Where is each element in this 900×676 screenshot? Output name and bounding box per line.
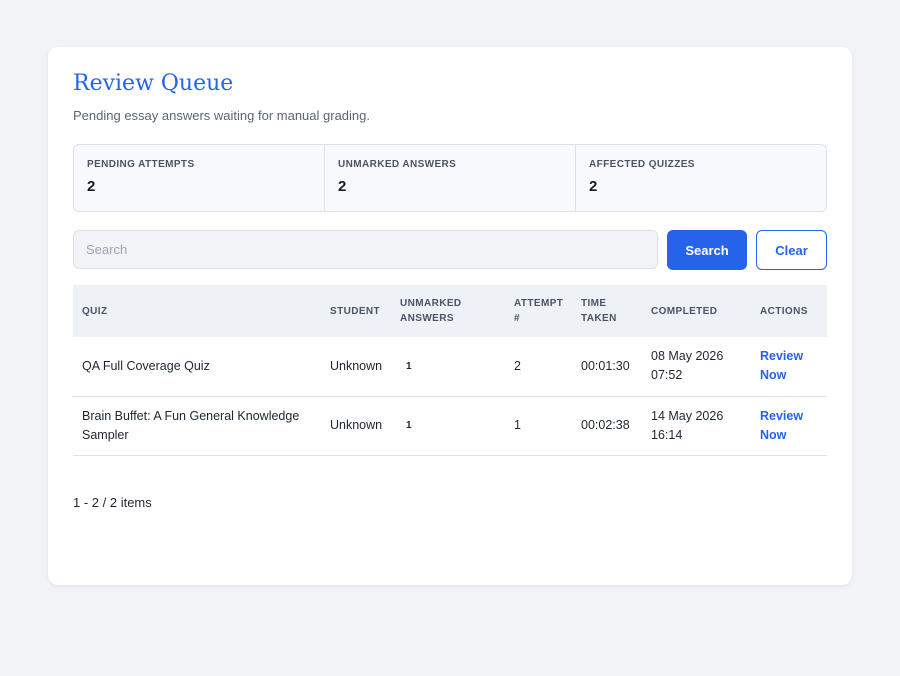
search-button[interactable]: Search bbox=[667, 230, 747, 270]
stat-value: 2 bbox=[338, 178, 347, 195]
column-header-actions: ACTIONS bbox=[760, 305, 808, 317]
column-header-student[interactable]: STUDENT bbox=[321, 285, 391, 337]
cell-time-taken: 00:02:38 bbox=[581, 418, 630, 432]
cell-actions: Review Now bbox=[751, 396, 827, 455]
cell-student: Unknown bbox=[330, 418, 383, 432]
cell-unmarked: 1 bbox=[406, 420, 412, 431]
table-row: Brain Buffet: A Fun General Knowledge Sa… bbox=[73, 396, 827, 455]
cell-actions: Review Now bbox=[751, 337, 827, 396]
page-subtitle: Pending essay answers waiting for manual… bbox=[73, 108, 371, 123]
review-queue-card: Review Queue Pending essay answers waiti… bbox=[48, 47, 852, 585]
stat-affected-quizzes: AFFECTED QUIZZES 2 bbox=[576, 145, 826, 211]
cell-time-taken: 00:01:30 bbox=[581, 358, 630, 373]
stat-label: PENDING ATTEMPTS bbox=[87, 159, 195, 170]
page-title: Review Queue bbox=[73, 71, 234, 96]
column-header-unmarked-answers[interactable]: UNMARKED ANSWERS bbox=[391, 285, 505, 337]
cell-attempt: 1 bbox=[514, 418, 521, 432]
pagination-summary: 1 - 2 / 2 items bbox=[73, 495, 152, 510]
column-header-quiz[interactable]: QUIZ bbox=[73, 285, 321, 337]
stats-panel: PENDING ATTEMPTS 2 UNMARKED ANSWERS 2 AF… bbox=[73, 144, 827, 212]
stat-pending-attempts: PENDING ATTEMPTS 2 bbox=[74, 145, 325, 211]
review-table: QUIZ STUDENT UNMARKED ANSWERS ATTEMPT # … bbox=[73, 285, 827, 456]
stat-value: 2 bbox=[589, 178, 598, 195]
cell-completed: 14 May 2026 16:14 bbox=[651, 408, 724, 442]
stat-label: UNMARKED ANSWERS bbox=[338, 159, 457, 170]
cell-student: Unknown bbox=[330, 358, 383, 373]
cell-quiz: QA Full Coverage Quiz bbox=[82, 358, 210, 373]
review-now-link[interactable]: Review Now bbox=[760, 347, 810, 385]
stat-unmarked-answers: UNMARKED ANSWERS 2 bbox=[325, 145, 576, 211]
cell-attempt: 2 bbox=[514, 358, 521, 373]
cell-quiz: Brain Buffet: A Fun General Knowledge Sa… bbox=[82, 408, 300, 442]
table-header-row: QUIZ STUDENT UNMARKED ANSWERS ATTEMPT # … bbox=[73, 285, 827, 337]
clear-button[interactable]: Clear bbox=[756, 230, 827, 270]
stat-label: AFFECTED QUIZZES bbox=[589, 159, 695, 170]
search-input[interactable] bbox=[73, 230, 658, 269]
cell-unmarked: 1 bbox=[406, 360, 412, 372]
column-header-completed[interactable]: COMPLETED bbox=[642, 285, 751, 337]
column-header-time-taken[interactable]: TIME TAKEN bbox=[572, 285, 642, 337]
table-row: QA Full Coverage Quiz Unknown 1 2 00:01:… bbox=[73, 337, 827, 396]
stat-value: 2 bbox=[87, 178, 96, 195]
column-header-attempt[interactable]: ATTEMPT # bbox=[505, 285, 572, 337]
review-now-link[interactable]: Review Now bbox=[760, 407, 810, 445]
cell-completed: 08 May 2026 07:52 bbox=[651, 349, 724, 383]
